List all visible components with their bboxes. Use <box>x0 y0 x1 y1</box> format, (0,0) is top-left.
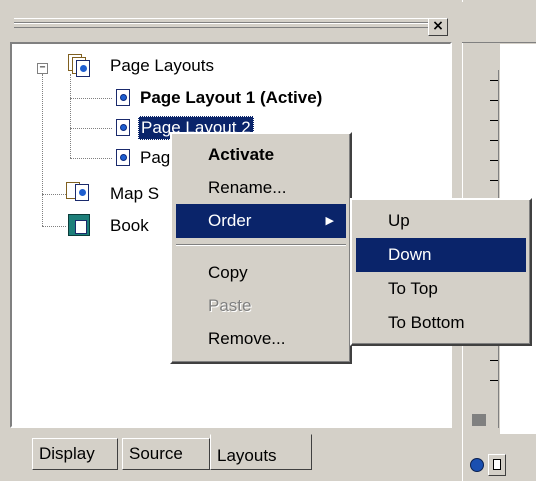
menu-item-copy[interactable]: Copy <box>176 256 346 290</box>
submenu-item-up[interactable]: Up <box>356 204 526 238</box>
tree-root-label: Page Layouts <box>110 56 214 75</box>
tree-item-page-layout-1[interactable]: Page Layout 1 (Active) <box>140 86 322 110</box>
menu-item-label: Activate <box>208 145 275 164</box>
menu-item-label: Order <box>208 211 252 230</box>
submenu-item-down[interactable]: Down <box>356 238 526 272</box>
tab-label: Display <box>39 444 95 463</box>
tab-label: Layouts <box>217 446 277 465</box>
tab-label: Source <box>129 444 183 463</box>
page-layout-icon <box>116 89 130 106</box>
tree-item-map-sets[interactable]: Map S <box>110 182 159 206</box>
page-view-button[interactable] <box>488 454 506 476</box>
menu-item-label: Down <box>388 245 432 264</box>
tree-root-page-layouts[interactable]: Page Layouts <box>110 54 214 78</box>
page-icon <box>493 459 501 470</box>
page-layouts-icon <box>68 54 94 78</box>
tree-item-book[interactable]: Book <box>110 214 149 238</box>
tab-display[interactable]: Display <box>32 438 118 470</box>
menu-separator <box>176 244 346 246</box>
menu-item-label: To Top <box>388 279 438 298</box>
tab-source[interactable]: Source <box>122 438 210 470</box>
tree-item-label: Book <box>110 216 149 235</box>
menu-item-label: Rename... <box>208 178 287 197</box>
order-submenu: Up Down To Top To Bottom <box>350 198 532 346</box>
menu-item-order[interactable]: Order ▶ <box>176 204 346 238</box>
page-layout-icon <box>116 149 130 166</box>
collapse-toggle[interactable]: − <box>37 63 48 74</box>
menu-item-remove[interactable]: Remove... <box>176 322 346 356</box>
menu-item-label: Copy <box>208 263 248 282</box>
page-layout-icon <box>116 119 130 136</box>
menu-item-label: To Bottom <box>388 313 465 332</box>
menu-item-activate[interactable]: Activate <box>176 138 346 172</box>
map-sets-icon <box>66 180 92 204</box>
tab-layouts[interactable]: Layouts <box>210 434 312 470</box>
document-top-bar <box>462 2 536 43</box>
submenu-arrow-icon: ▶ <box>325 215 334 227</box>
menu-item-label: Remove... <box>208 329 286 348</box>
menu-item-label: Paste <box>208 296 252 315</box>
panel-title-bar[interactable] <box>8 10 456 44</box>
close-icon: × <box>432 18 444 34</box>
book-icon <box>68 214 90 236</box>
menu-item-rename[interactable]: Rename... <box>176 171 346 205</box>
submenu-item-to-bottom[interactable]: To Bottom <box>356 306 526 340</box>
tree-item-label: Page Layout 1 (Active) <box>140 88 323 107</box>
panel-close-button[interactable]: × <box>428 18 448 36</box>
context-menu: Activate Rename... Order ▶ Copy Paste Re… <box>170 132 352 364</box>
globe-icon[interactable] <box>470 458 484 472</box>
tree-item-label: Map S <box>110 184 160 203</box>
menu-item-label: Up <box>388 211 410 230</box>
submenu-item-to-top[interactable]: To Top <box>356 272 526 306</box>
menu-item-paste[interactable]: Paste <box>176 289 346 323</box>
